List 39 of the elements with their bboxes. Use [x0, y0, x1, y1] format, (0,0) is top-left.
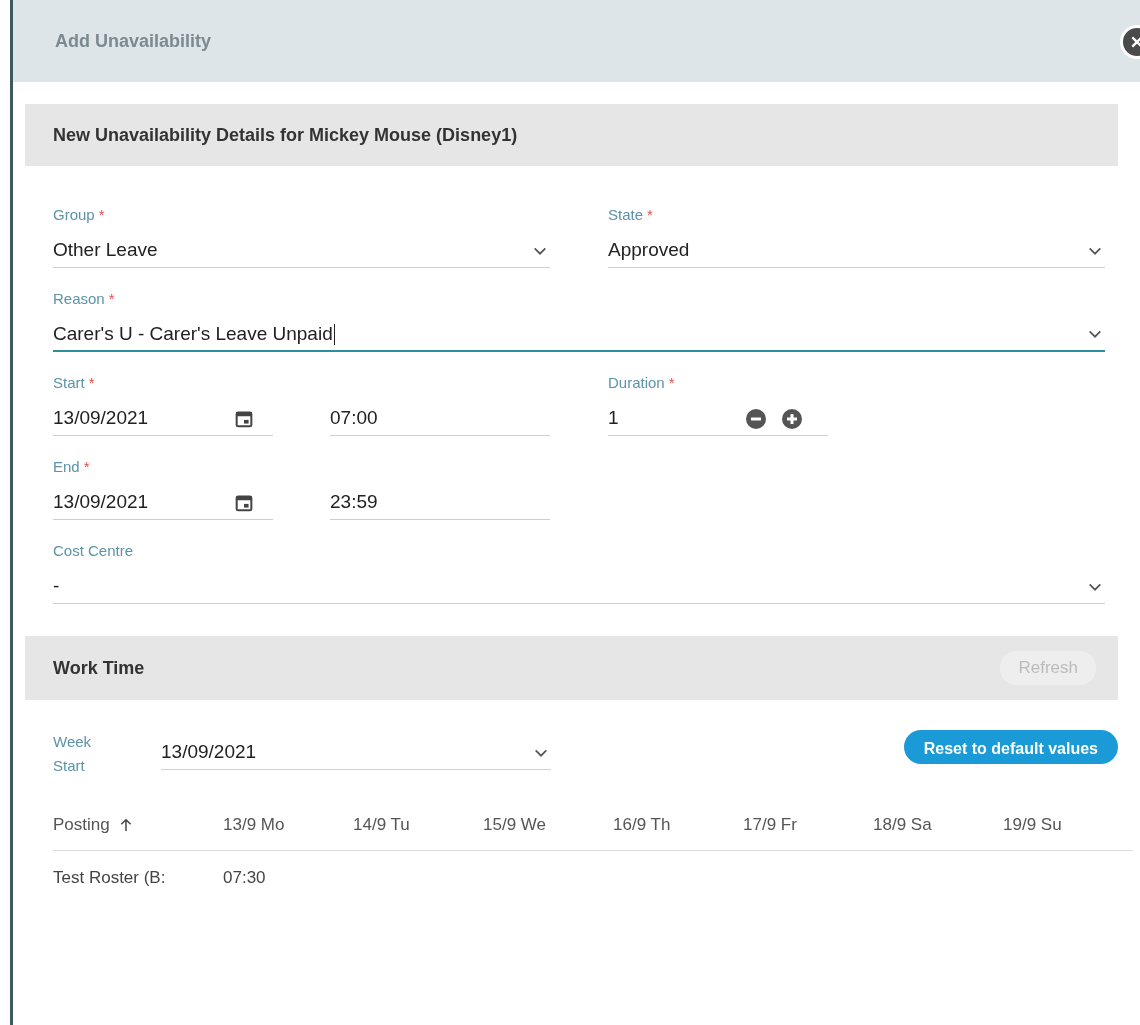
table-cell: Test Roster (B:	[53, 867, 166, 887]
dropdown-field[interactable]: Other Leave	[53, 234, 550, 268]
dropdown-field[interactable]: 13/09/2021	[161, 736, 551, 770]
field-label: Duration	[608, 374, 665, 391]
field-label: State	[608, 206, 644, 223]
field-label: Week Start	[53, 732, 93, 776]
section-title: Work Time	[53, 656, 145, 680]
required-mark: *	[668, 374, 675, 391]
date-field[interactable]: 13/09/2021	[53, 402, 273, 436]
date-field[interactable]: 13/09/2021	[53, 486, 273, 520]
column-header[interactable]: 17/9 Fr	[743, 815, 797, 834]
required-mark: *	[98, 206, 105, 223]
dropdown-field[interactable]: -	[53, 570, 1105, 604]
dialog-title: Add Unavailability	[55, 29, 212, 53]
column-header[interactable]: 13/9 Mo	[223, 815, 285, 834]
field-label: Group	[53, 206, 95, 223]
column-header[interactable]: 19/9 Su	[1003, 815, 1062, 834]
field-label: Cost Centre	[53, 542, 134, 559]
column-header[interactable]: 18/9 Sa	[873, 815, 932, 834]
field-label: End	[53, 458, 80, 475]
column-header[interactable]: Posting	[53, 812, 110, 838]
time-field[interactable]: 07:00	[330, 402, 550, 436]
field-label: Reason	[53, 290, 105, 307]
plus-icon	[780, 406, 804, 431]
table-cell: 07:30	[223, 867, 266, 887]
dropdown-field[interactable]: Approved	[608, 234, 1105, 268]
section-title: New Unavailability Details for Mickey Mouse (Disney1)	[53, 123, 518, 147]
required-mark: *	[647, 206, 653, 223]
number-field[interactable]: 1	[608, 404, 619, 433]
required-mark: *	[88, 374, 95, 391]
column-header[interactable]: 14/9 Tu	[353, 815, 410, 834]
minus-icon	[744, 406, 768, 431]
column-header[interactable]: 16/9 Th	[613, 815, 671, 834]
column-header[interactable]: 15/9 We	[483, 815, 546, 834]
required-mark: *	[83, 458, 90, 475]
time-field[interactable]: 23:59	[330, 486, 550, 520]
field-label: Start	[53, 374, 85, 391]
dropdown-field[interactable]: Carer's U - Carer's Leave Unpaid	[53, 318, 1105, 352]
required-mark: *	[108, 290, 115, 307]
